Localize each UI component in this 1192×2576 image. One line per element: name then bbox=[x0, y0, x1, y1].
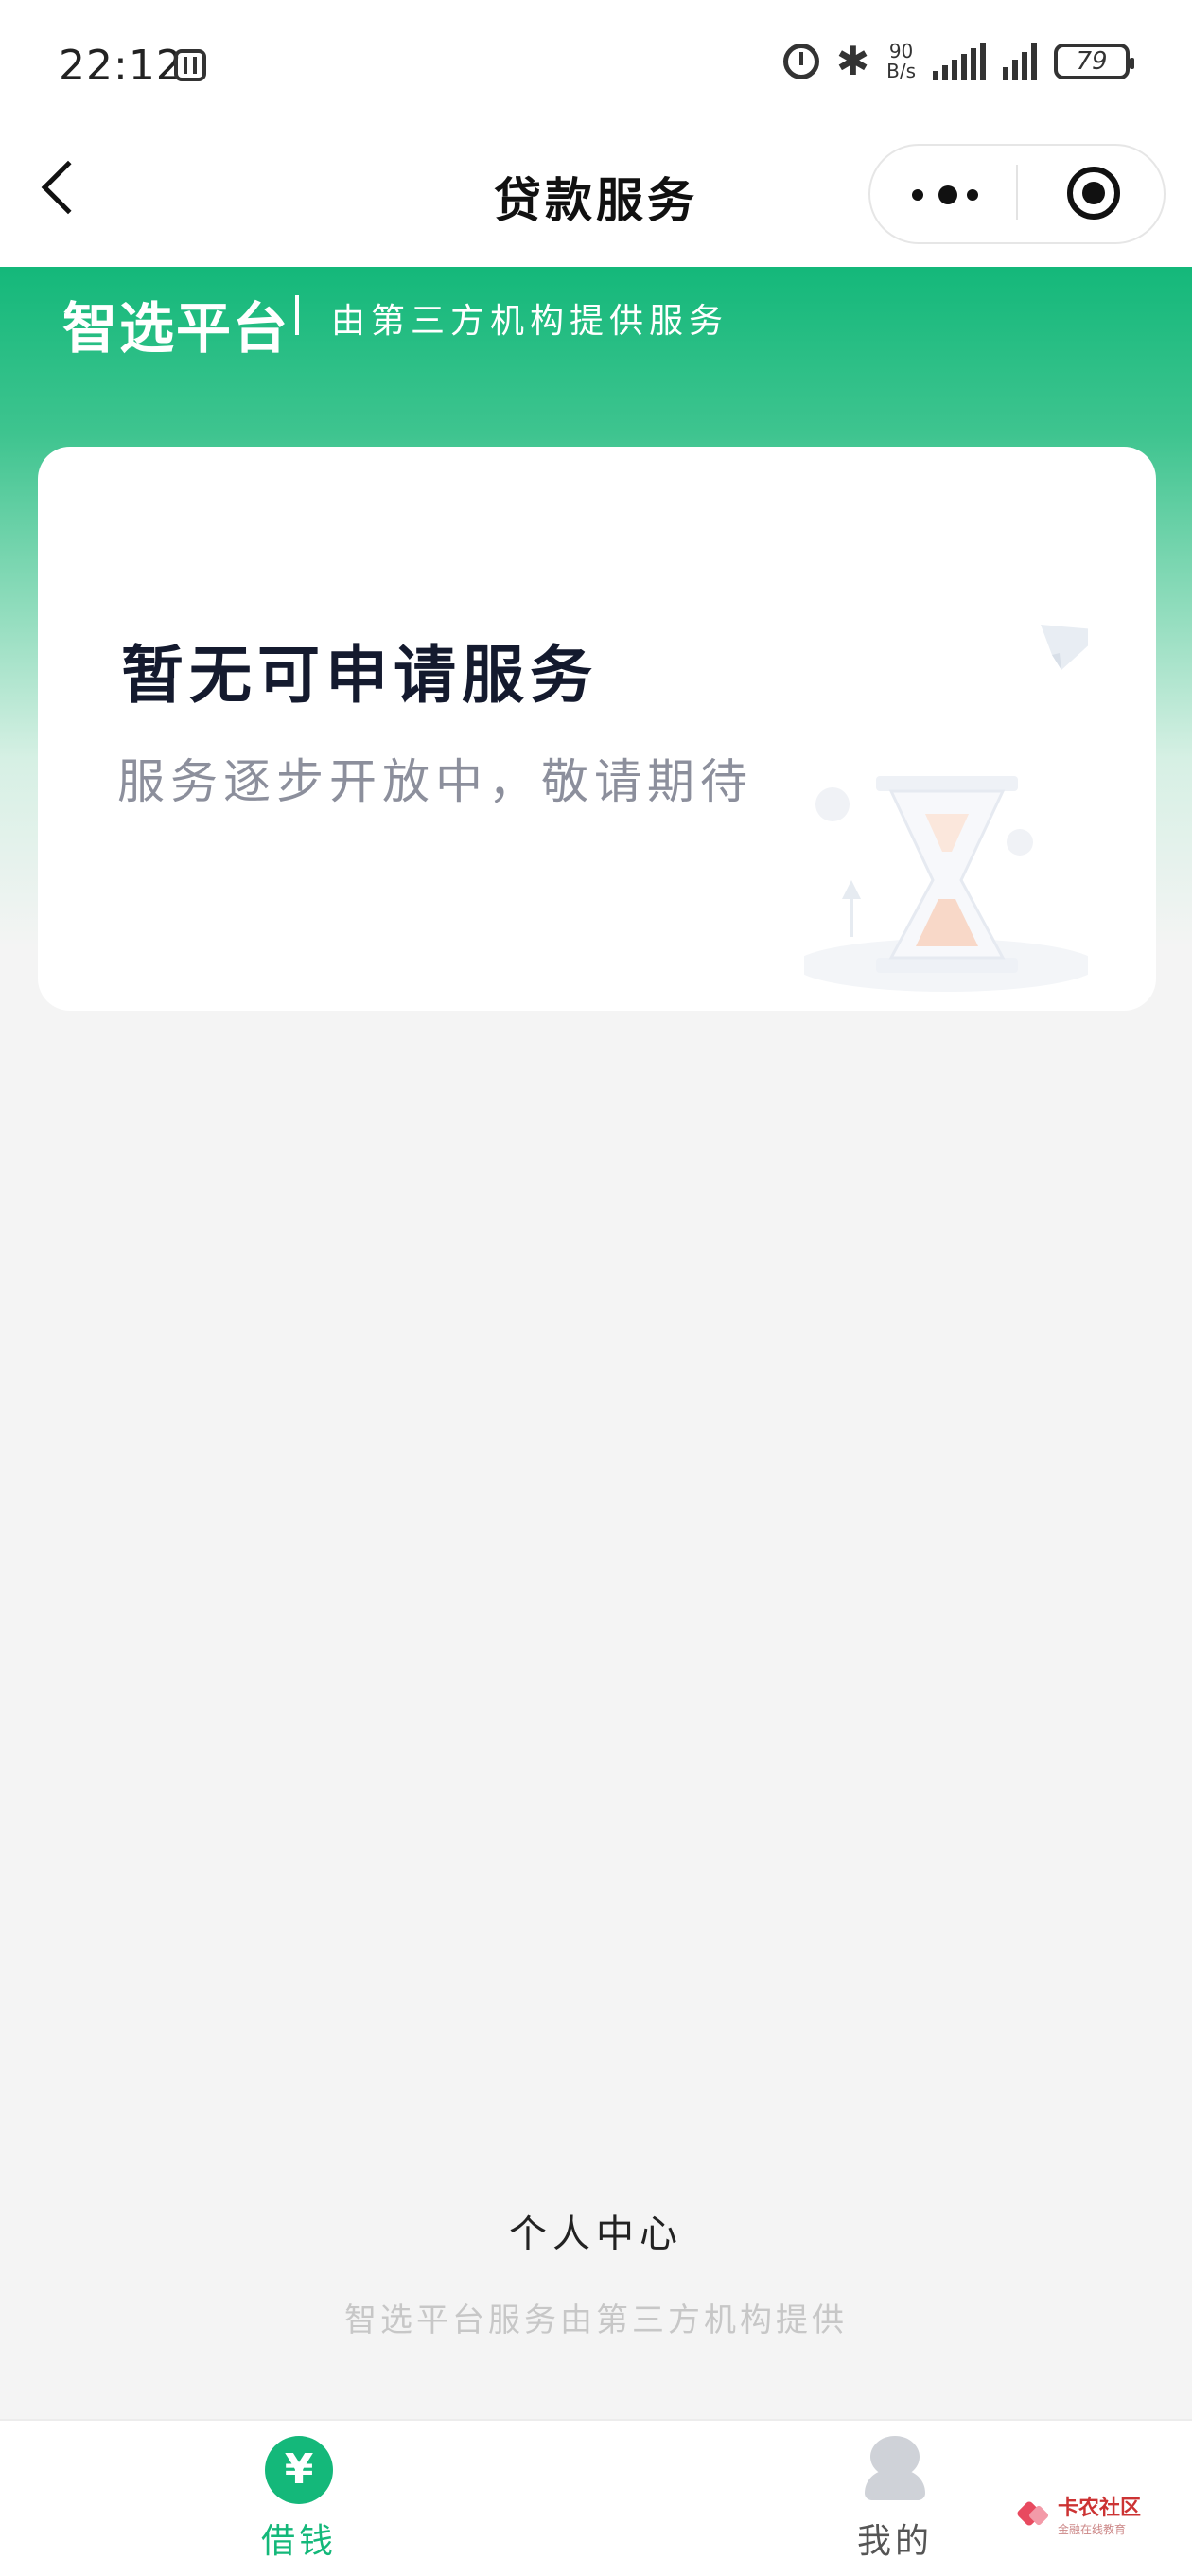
bluetooth-icon: ✱ bbox=[835, 38, 870, 84]
watermark-logo-icon bbox=[1020, 2498, 1052, 2531]
empty-state-subtitle: 服务逐步开放中，敬请期待 bbox=[117, 754, 753, 809]
watermark: 卡农社区 金融在线教育 bbox=[1020, 2491, 1141, 2537]
watermark-tagline: 金融在线教育 bbox=[1058, 2523, 1127, 2536]
network-speed: 90 B/s bbox=[886, 42, 916, 81]
tab-borrow-label: 借钱 bbox=[260, 2522, 337, 2561]
tab-mine[interactable]: 我的 bbox=[800, 2436, 990, 2563]
alarm-icon bbox=[782, 44, 819, 79]
target-icon[interactable] bbox=[1067, 167, 1120, 220]
empty-state-title: 暂无可申请服务 bbox=[121, 638, 598, 712]
watermark-name: 卡农社区 bbox=[1058, 2497, 1142, 2520]
footer-note: 智选平台服务由第三方机构提供 bbox=[344, 2302, 848, 2339]
brand-name: 智选平台 bbox=[62, 296, 290, 361]
status-time: 22:12 bbox=[59, 42, 184, 90]
capsule-divider bbox=[1016, 165, 1018, 220]
user-icon bbox=[865, 2436, 925, 2504]
network-speed-unit: B/s bbox=[886, 60, 916, 82]
signal-icon bbox=[933, 43, 986, 80]
status-icons: ✱ 90 B/s 79 bbox=[782, 38, 1134, 84]
battery-icon: 79 bbox=[1054, 44, 1134, 79]
hourglass-icon bbox=[804, 625, 1088, 992]
personal-center-link[interactable]: 个人中心 bbox=[0, 2203, 1192, 2258]
signal-icon bbox=[1003, 43, 1037, 80]
brand-divider bbox=[295, 295, 299, 335]
tab-mine-label: 我的 bbox=[856, 2522, 933, 2561]
network-speed-value: 90 bbox=[888, 40, 914, 62]
yuan-icon: ¥ bbox=[265, 2436, 333, 2504]
tab-bar bbox=[0, 2419, 1192, 2576]
nfc-icon bbox=[174, 49, 206, 81]
battery-level: 79 bbox=[1076, 47, 1108, 76]
more-icon[interactable] bbox=[912, 185, 978, 204]
brand-subtitle: 由第三方机构提供服务 bbox=[331, 302, 729, 341]
tab-borrow[interactable]: ¥ 借钱 bbox=[204, 2436, 394, 2563]
